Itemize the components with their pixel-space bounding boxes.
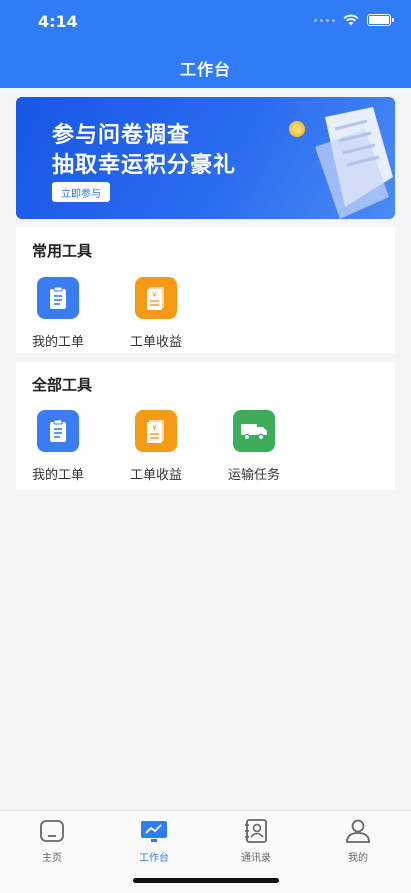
svg-text:¥: ¥: [152, 424, 157, 432]
battery-icon: [367, 14, 394, 26]
tab-profile[interactable]: 我的: [318, 817, 398, 864]
status-icons: [314, 14, 394, 26]
all-tools-title: 全部工具: [32, 376, 93, 394]
receipt-icon: ¥: [135, 410, 177, 452]
tool-label: 工单收益: [129, 335, 182, 350]
tool-transport-tasks[interactable]: 运输任务: [214, 410, 294, 483]
tab-label: 主页: [42, 853, 62, 864]
top-bar: 4:14 工作台: [0, 0, 411, 88]
signal-icon: [314, 18, 335, 22]
tool-label: 我的工单: [31, 468, 84, 483]
home-icon: [38, 817, 66, 845]
common-tools-title: 常用工具: [32, 242, 93, 260]
tab-label: 工作台: [139, 853, 169, 864]
document-illustration-icon: [289, 107, 393, 219]
svg-text:¥: ¥: [152, 291, 157, 299]
receipt-icon: ¥: [135, 277, 177, 319]
tab-label: 我的: [348, 853, 368, 864]
workbench-icon: [140, 817, 168, 845]
clipboard-icon: [37, 277, 79, 319]
join-now-button[interactable]: 立即参与: [52, 182, 110, 202]
page-title: 工作台: [179, 60, 231, 79]
tool-my-work-orders[interactable]: 我的工单: [18, 410, 98, 483]
survey-banner[interactable]: 参与问卷调查 抽取幸运积分豪礼 立即参与: [16, 97, 395, 219]
contacts-icon: [242, 817, 270, 845]
common-tools-card: 常用工具 我的工单 ¥ 工单收益: [16, 227, 395, 353]
truck-icon: [233, 410, 275, 452]
tool-work-order-earnings[interactable]: ¥ 工单收益: [116, 410, 196, 483]
clipboard-icon: [37, 410, 79, 452]
tool-work-order-earnings[interactable]: ¥ 工单收益: [116, 277, 196, 350]
wifi-icon: [343, 14, 359, 26]
tab-label: 通讯录: [241, 853, 271, 864]
all-tools-card: 全部工具 我的工单 ¥ 工单收益 运输任务: [16, 362, 395, 490]
tool-label: 运输任务: [227, 468, 280, 483]
banner-headline: 参与问卷调查: [52, 123, 191, 148]
profile-icon: [344, 817, 372, 845]
tab-contacts[interactable]: 通讯录: [216, 817, 296, 864]
tool-label: 工单收益: [129, 468, 182, 483]
tab-home[interactable]: 主页: [12, 817, 92, 864]
banner-subheadline: 抽取幸运积分豪礼: [52, 153, 237, 178]
home-indicator[interactable]: [133, 878, 279, 883]
tool-my-work-orders[interactable]: 我的工单: [18, 277, 98, 350]
tab-workbench[interactable]: 工作台: [114, 817, 194, 864]
tool-label: 我的工单: [31, 335, 84, 350]
status-time: 4:14: [38, 12, 78, 31]
